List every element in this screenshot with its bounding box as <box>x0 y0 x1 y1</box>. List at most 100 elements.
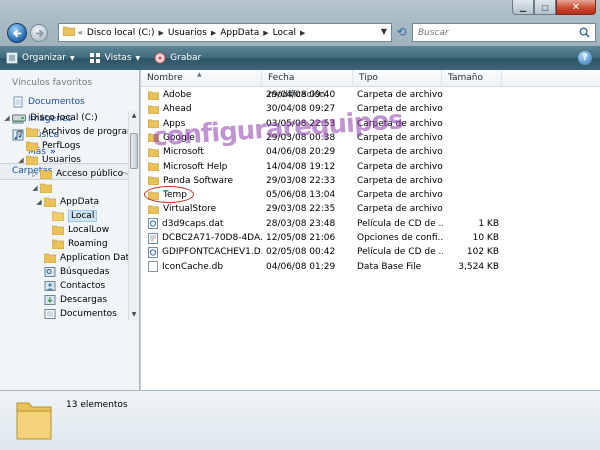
burn-button[interactable]: Grabar <box>154 52 201 64</box>
file-row[interactable]: Ahead 30/04/08 09:27 Carpeta de archivos <box>141 102 600 116</box>
file-row[interactable]: Microsoft 04/06/08 20:29 Carpeta de archiv… <box>141 145 600 159</box>
file-row[interactable]: DCBC2A71-70D8-4DA... 12/05/08 21:06 Opcion… <box>141 231 600 245</box>
file-row[interactable]: Microsoft Help 14/04/08 19:12 Carpeta de a… <box>141 160 600 174</box>
file-type: Carpeta de archivos <box>357 175 443 186</box>
file-name-cell: Microsoft <box>148 145 262 159</box>
tree-node-appdata[interactable]: ◢ AppData <box>34 195 99 209</box>
file-type: Carpeta de archivos <box>357 147 443 158</box>
breadcrumb-disk[interactable]: Disco local (C:) ▶ <box>87 28 164 38</box>
scroll-down-icon[interactable]: ▼ <box>129 310 139 320</box>
search-icon[interactable] <box>579 27 590 41</box>
file-date: 03/05/08 22:53 <box>266 118 336 129</box>
tree-label: LocalLow <box>68 225 110 235</box>
minimize-button[interactable]: ▁ <box>512 0 534 15</box>
file-row[interactable]: Panda Software 29/03/08 22:33 Carpeta de a… <box>141 174 600 188</box>
tree-label: AppData <box>60 197 100 207</box>
tree-node-documentos[interactable]: Documentos <box>44 307 117 321</box>
tree-node-locallow[interactable]: LocalLow <box>52 223 109 237</box>
file-row[interactable]: Google 29/03/08 00:38 Carpeta de archivos <box>141 131 600 145</box>
views-label: Vistas <box>104 53 132 63</box>
refresh-icon[interactable]: ⟲ <box>394 25 409 40</box>
tree-node-perflogs[interactable]: PerfLogs <box>26 139 80 153</box>
file-name-cell: Microsoft Help <box>148 160 262 174</box>
back-button[interactable] <box>7 23 27 43</box>
file-date: 02/05/08 00:42 <box>266 247 336 258</box>
file-size: 102 KB <box>466 247 499 258</box>
folder-icon <box>52 225 64 235</box>
tree-node-contactos[interactable]: Contactos <box>44 279 105 293</box>
tree-node-disco-local[interactable]: ◢ Disco local (C:) <box>2 111 97 125</box>
tree-scrollbar[interactable]: ▲ ▼ <box>128 111 139 320</box>
tree-node-descargas[interactable]: Descargas <box>44 293 107 307</box>
file-row[interactable]: d3d9caps.dat 28/03/08 23:48 Película de CD… <box>141 217 600 231</box>
tree-label: Archivos de program <box>42 127 128 137</box>
folder-icon <box>148 91 159 100</box>
collapse-icon[interactable]: ◢ <box>30 184 40 192</box>
organize-label: Organizar <box>22 53 66 63</box>
column-header-size[interactable]: Tamaño <box>442 70 502 87</box>
file-type: Película de CD de ... <box>357 247 443 258</box>
organize-button[interactable]: Organizar ▼ <box>6 52 75 64</box>
tree-node-local[interactable]: Local <box>52 209 98 223</box>
file-row[interactable]: GDIPFONTCACHEV1.D... 02/05/08 00:42 Pelícu… <box>141 245 600 259</box>
address-bar[interactable]: « Disco local (C:) ▶ Usuarios ▶ AppData ▶ L… <box>58 23 392 42</box>
search-box[interactable] <box>412 23 596 42</box>
column-header-name[interactable]: ▲ Nombre <box>141 70 262 87</box>
favorite-documentos[interactable]: Documentos <box>12 96 85 108</box>
close-button[interactable]: ✕ <box>556 0 596 15</box>
folder-icon <box>26 127 38 137</box>
forward-button[interactable] <box>30 24 48 42</box>
chevron-right-icon[interactable]: ▶ <box>211 29 216 37</box>
search-input[interactable] <box>418 27 568 38</box>
tree-node-roaming[interactable]: Roaming <box>52 237 108 251</box>
views-button[interactable]: Vistas ▼ <box>89 52 140 64</box>
folder-icon <box>148 105 159 114</box>
file-name-cell: d3d9caps.dat <box>148 217 262 231</box>
collapse-icon[interactable]: ◢ <box>16 156 26 164</box>
file-name-cell: Adobe <box>148 88 262 102</box>
folder-icon <box>148 205 159 214</box>
file-type: Carpeta de archivos <box>357 204 443 215</box>
documents-icon <box>44 309 56 319</box>
file-row[interactable]: Adobe 29/04/08 09:40 Carpeta de archivos <box>141 88 600 102</box>
breadcrumb-usuarios[interactable]: Usuarios ▶ <box>168 28 216 38</box>
breadcrumb-local[interactable]: Local ▶ <box>273 28 306 38</box>
caret-down-icon: ▼ <box>70 54 75 62</box>
tree-node-archivos[interactable]: ▷ Archivos de program <box>16 125 128 139</box>
command-toolbar: Organizar ▼ Vistas ▼ Grabar ? <box>0 46 600 70</box>
collapse-icon[interactable]: ◢ <box>34 198 44 206</box>
file-row[interactable]: Temp 05/06/08 13:04 Carpeta de archivos <box>141 188 600 202</box>
file-row[interactable]: VirtualStore 29/03/08 22:35 Carpeta de arc… <box>141 202 600 216</box>
collapse-icon[interactable]: ◢ <box>2 114 12 122</box>
drive-icon <box>12 113 26 123</box>
file-name-cell: Ahead <box>148 102 262 116</box>
favorites-title: Vínculos favoritos <box>12 78 93 88</box>
tree-node-busquedas[interactable]: Búsquedas <box>44 265 109 279</box>
maximize-button[interactable]: ▢ <box>534 0 556 15</box>
help-icon[interactable]: ? <box>578 51 592 65</box>
file-type: Opciones de confi... <box>357 233 443 243</box>
settings-file-icon <box>148 232 158 244</box>
chevron-down-icon[interactable]: ▼ <box>381 27 387 36</box>
column-header-type[interactable]: Tipo <box>353 70 442 87</box>
file-name: GDIPFONTCACHEV1.D... <box>162 247 262 258</box>
chevron-right-icon[interactable]: ▶ <box>263 29 268 37</box>
tree-node-application-data[interactable]: Application Data <box>44 251 128 265</box>
chevron-double-left-icon[interactable]: « <box>78 28 83 37</box>
breadcrumb-appdata[interactable]: AppData ▶ <box>220 28 268 38</box>
tree-node-usuarios[interactable]: ◢ Usuarios <box>16 153 81 167</box>
scrollbar-thumb[interactable] <box>130 133 138 169</box>
downloads-icon <box>44 295 56 305</box>
expand-icon[interactable]: ▷ <box>16 128 26 136</box>
chevron-right-icon[interactable]: ▶ <box>159 29 164 37</box>
scroll-up-icon[interactable]: ▲ <box>129 111 139 121</box>
tree-node-user-profile[interactable]: ◢ <box>30 181 56 195</box>
file-row[interactable]: IconCache.db 04/06/08 01:29 Data Base File… <box>141 260 600 274</box>
file-row[interactable]: Apps 03/05/08 22:53 Carpeta de archivos <box>141 117 600 131</box>
expand-icon[interactable]: ▷ <box>30 170 40 178</box>
folder-icon <box>62 26 76 39</box>
file-type: Carpeta de archivos <box>357 132 443 143</box>
column-header-date[interactable]: Fecha modificación <box>262 70 353 100</box>
chevron-right-icon[interactable]: ▶ <box>300 29 305 37</box>
tree-node-acceso-publico[interactable]: ▷ Acceso público <box>30 167 123 181</box>
